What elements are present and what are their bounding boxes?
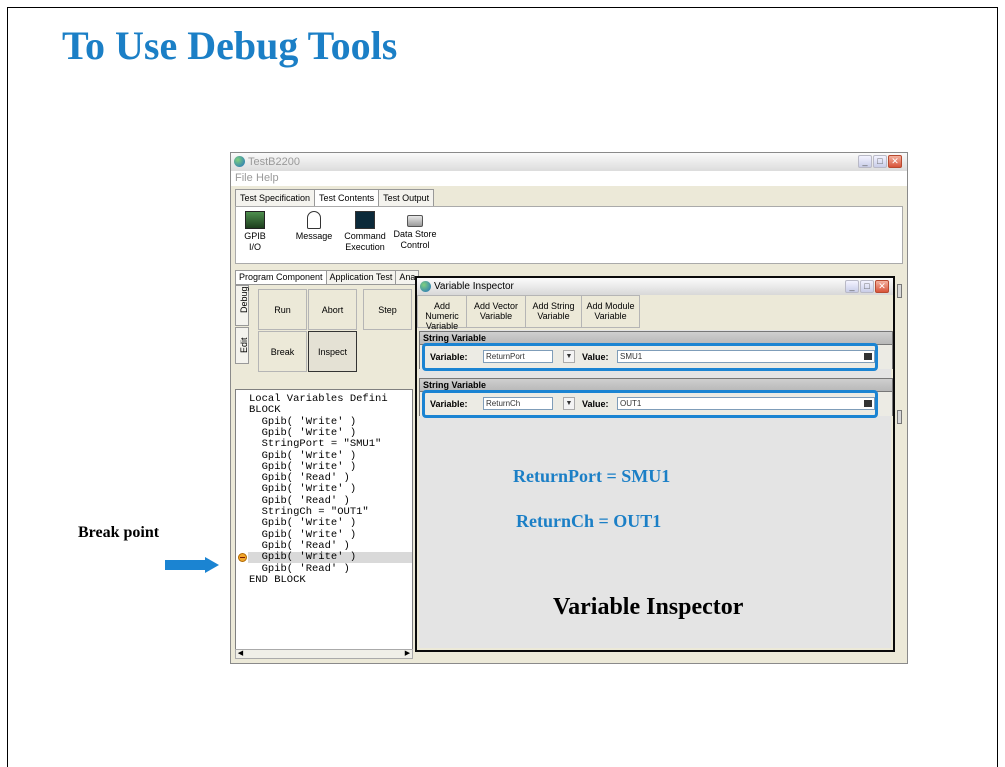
message-icon: [307, 211, 321, 229]
tool-gpib-io[interactable]: GPIB I/O: [242, 211, 268, 253]
code-line[interactable]: Gpib( 'Write' ): [249, 551, 357, 563]
tool-label-2: Control: [400, 240, 430, 250]
row-highlight: [422, 390, 878, 418]
gpib-io-icon: [245, 211, 265, 229]
code-line[interactable]: Gpib( 'Write' ): [249, 517, 357, 529]
tool-label: GPIB I/O: [244, 231, 266, 252]
window-titlebar[interactable]: TestB2200 _ □ ✕: [231, 153, 907, 171]
main-tabs: Test Specification Test Contents Test Ou…: [235, 189, 435, 207]
scrollbar-stub: [897, 410, 902, 424]
command-execution-icon: [355, 211, 375, 229]
add-module-variable-button[interactable]: Add Module Variable: [582, 295, 640, 328]
close-button[interactable]: ✕: [888, 155, 902, 168]
tool-message[interactable]: Message: [294, 211, 334, 242]
code-line[interactable]: StringPort = "SMU1": [249, 438, 382, 450]
add-vector-variable-button[interactable]: Add Vector Variable: [467, 295, 526, 328]
tab-application-test[interactable]: Application Test: [325, 270, 397, 285]
scroll-left-icon[interactable]: ◀: [236, 650, 245, 658]
inspect-button[interactable]: Inspect: [308, 331, 357, 372]
data-store-icon: [407, 215, 423, 227]
variable-inspector-caption: Variable Inspector: [553, 594, 744, 620]
minimize-button[interactable]: _: [845, 280, 859, 293]
button-label: Add String: [532, 301, 575, 311]
code-line[interactable]: BLOCK: [249, 404, 281, 416]
inspector-titlebar[interactable]: Variable Inspector _ □ ✕: [417, 278, 893, 295]
button-label: Add Numeric: [425, 301, 459, 321]
tab-debug[interactable]: Debug: [235, 285, 249, 326]
maximize-button[interactable]: □: [873, 155, 887, 168]
tool-label: Command: [344, 231, 386, 241]
returnport-annotation: ReturnPort = SMU1: [513, 466, 671, 486]
tab-test-specification[interactable]: Test Specification: [235, 189, 316, 206]
close-button[interactable]: ✕: [875, 280, 889, 293]
component-toolbox: GPIB I/O Message Command Execution Data …: [235, 206, 903, 264]
tab-edit-label: Edit: [239, 336, 249, 353]
menu-bar: File Help: [231, 171, 907, 186]
button-label: Add Module: [586, 301, 635, 311]
button-label-2: Variable: [537, 311, 570, 321]
menu-help[interactable]: Help: [256, 172, 279, 184]
code-line[interactable]: Gpib( 'Write' ): [249, 484, 357, 496]
menu-file[interactable]: File: [235, 172, 253, 184]
run-button[interactable]: Run: [258, 289, 307, 330]
step-button[interactable]: Step: [363, 289, 412, 330]
abort-button[interactable]: Abort: [308, 289, 357, 330]
code-editor[interactable]: Local Variables Defini BLOCK Gpib( 'Write…: [235, 389, 413, 657]
tab-debug-label: Debug: [239, 285, 249, 313]
inspector-title: Variable Inspector: [434, 281, 514, 292]
side-tabs: Debug Edit: [235, 285, 250, 388]
add-string-variable-button[interactable]: Add String Variable: [526, 295, 582, 328]
tab-test-output[interactable]: Test Output: [378, 189, 435, 206]
tool-label-2: Execution: [345, 242, 385, 252]
slide-title: To Use Debug Tools: [62, 23, 398, 68]
break-point-arrow-icon: [165, 557, 219, 573]
lower-tabs: Program Component Application Test Ana: [235, 270, 420, 285]
tab-edit[interactable]: Edit: [235, 327, 249, 364]
minimize-button[interactable]: _: [858, 155, 872, 168]
maximize-button[interactable]: □: [860, 280, 874, 293]
window-title: TestB2200: [248, 156, 300, 168]
app-icon: [420, 281, 431, 292]
tool-label: Message: [295, 231, 333, 241]
tool-command-execution[interactable]: Command Execution: [343, 211, 387, 253]
horizontal-scrollbar[interactable]: ◀ ▶: [235, 649, 413, 659]
scrollbar-stub: [897, 284, 902, 298]
tab-test-contents[interactable]: Test Contents: [314, 189, 380, 207]
app-icon: [234, 156, 245, 167]
break-button[interactable]: Break: [258, 331, 307, 372]
breakpoint-icon[interactable]: [238, 553, 247, 563]
button-label: Add Vector: [473, 301, 519, 311]
break-point-label: Break point: [78, 524, 160, 541]
row-highlight: [422, 343, 878, 371]
returnch-annotation: ReturnCh = OUT1: [516, 511, 662, 531]
tab-program-component[interactable]: Program Component: [235, 270, 327, 285]
scroll-right-icon[interactable]: ▶: [403, 650, 412, 658]
code-line[interactable]: END BLOCK: [249, 574, 306, 586]
inspector-toolbar: Add Numeric Variable Add Vector Variable…: [417, 295, 640, 331]
button-label-2: Variable: [479, 311, 513, 321]
tool-label: Data Store: [393, 229, 437, 239]
tool-data-store-control[interactable]: Data Store Control: [392, 211, 438, 251]
button-label-2: Variable: [594, 311, 627, 321]
add-numeric-variable-button[interactable]: Add Numeric Variable: [417, 295, 467, 331]
